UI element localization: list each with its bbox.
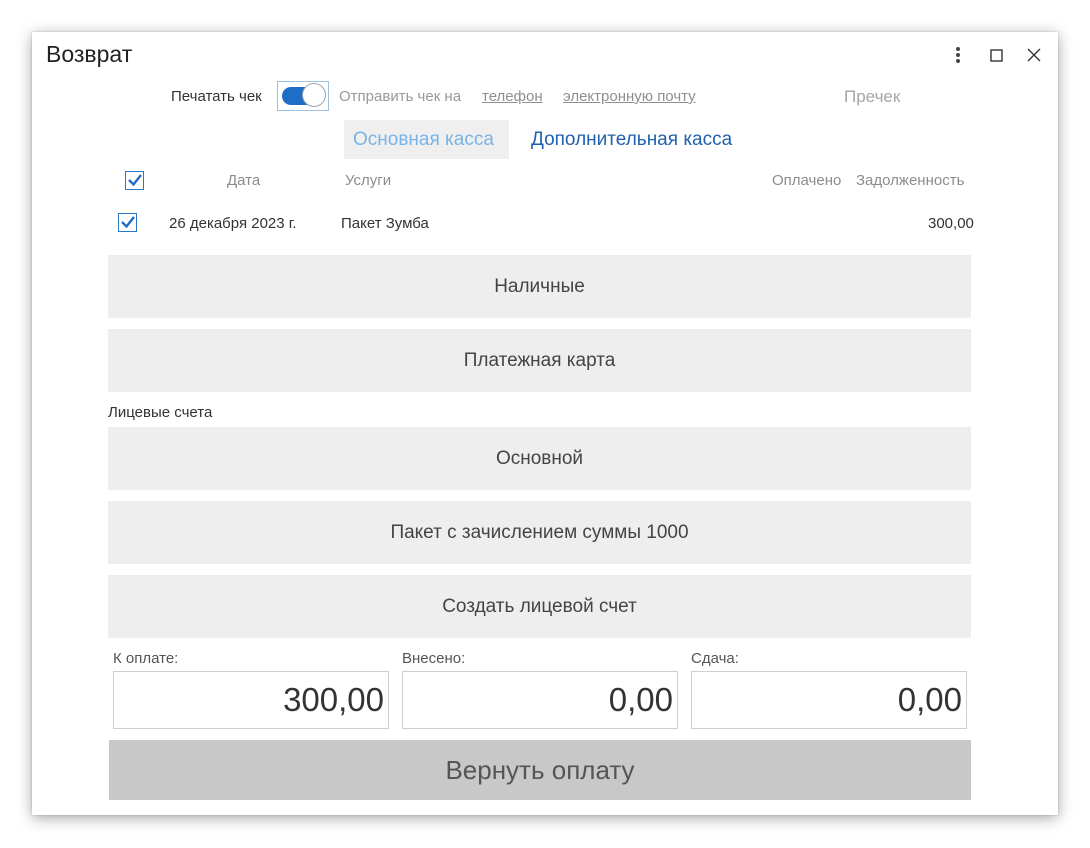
refund-button[interactable]: Вернуть оплату bbox=[109, 740, 971, 800]
precheck-button[interactable]: Пречек bbox=[844, 87, 900, 107]
account-main-button[interactable]: Основной bbox=[108, 427, 971, 490]
checkmark-icon bbox=[128, 174, 142, 187]
change-field: 0,00 bbox=[691, 671, 967, 729]
deposited-input[interactable]: 0,00 bbox=[402, 671, 678, 729]
to-pay-field: 300,00 bbox=[113, 671, 389, 729]
row-service: Пакет Зумба bbox=[341, 215, 429, 232]
more-vert-icon[interactable] bbox=[945, 42, 971, 68]
dialog-title: Возврат bbox=[46, 41, 133, 67]
send-phone-link[interactable]: телефон bbox=[482, 88, 543, 105]
toggle-knob bbox=[302, 83, 326, 107]
send-email-link[interactable]: электронную почту bbox=[563, 88, 696, 105]
tab-extra-register[interactable]: Дополнительная касса bbox=[522, 120, 741, 159]
maximize-icon[interactable] bbox=[983, 42, 1009, 68]
row-date: 26 декабря 2023 г. bbox=[169, 215, 297, 232]
create-account-button[interactable]: Создать лицевой счет bbox=[108, 575, 971, 638]
change-label: Сдача: bbox=[691, 650, 739, 667]
accounts-section-label: Лицевые счета bbox=[108, 404, 213, 421]
tab-main-register[interactable]: Основная касса bbox=[344, 120, 509, 159]
row-debt: 300,00 bbox=[928, 215, 974, 232]
checkmark-icon bbox=[121, 216, 135, 229]
row-checkbox[interactable] bbox=[118, 213, 137, 232]
column-date: Дата bbox=[227, 172, 261, 189]
print-receipt-label: Печатать чек bbox=[171, 88, 262, 105]
account-package-button[interactable]: Пакет с зачислением суммы 1000 bbox=[108, 501, 971, 564]
print-receipt-toggle[interactable] bbox=[277, 81, 329, 111]
select-all-checkbox[interactable] bbox=[125, 171, 144, 190]
cash-button[interactable]: Наличные bbox=[108, 255, 971, 318]
column-services: Услуги bbox=[345, 172, 392, 189]
send-receipt-label: Отправить чек на bbox=[339, 88, 462, 105]
column-paid: Оплачено bbox=[772, 172, 842, 189]
close-icon[interactable] bbox=[1021, 42, 1047, 68]
card-button[interactable]: Платежная карта bbox=[108, 329, 971, 392]
to-pay-label: К оплате: bbox=[113, 650, 179, 667]
refund-dialog: Возврат Печатать чек Отправить чек на те… bbox=[32, 32, 1058, 815]
deposited-label: Внесено: bbox=[402, 650, 466, 667]
column-debt: Задолженность bbox=[856, 172, 965, 189]
